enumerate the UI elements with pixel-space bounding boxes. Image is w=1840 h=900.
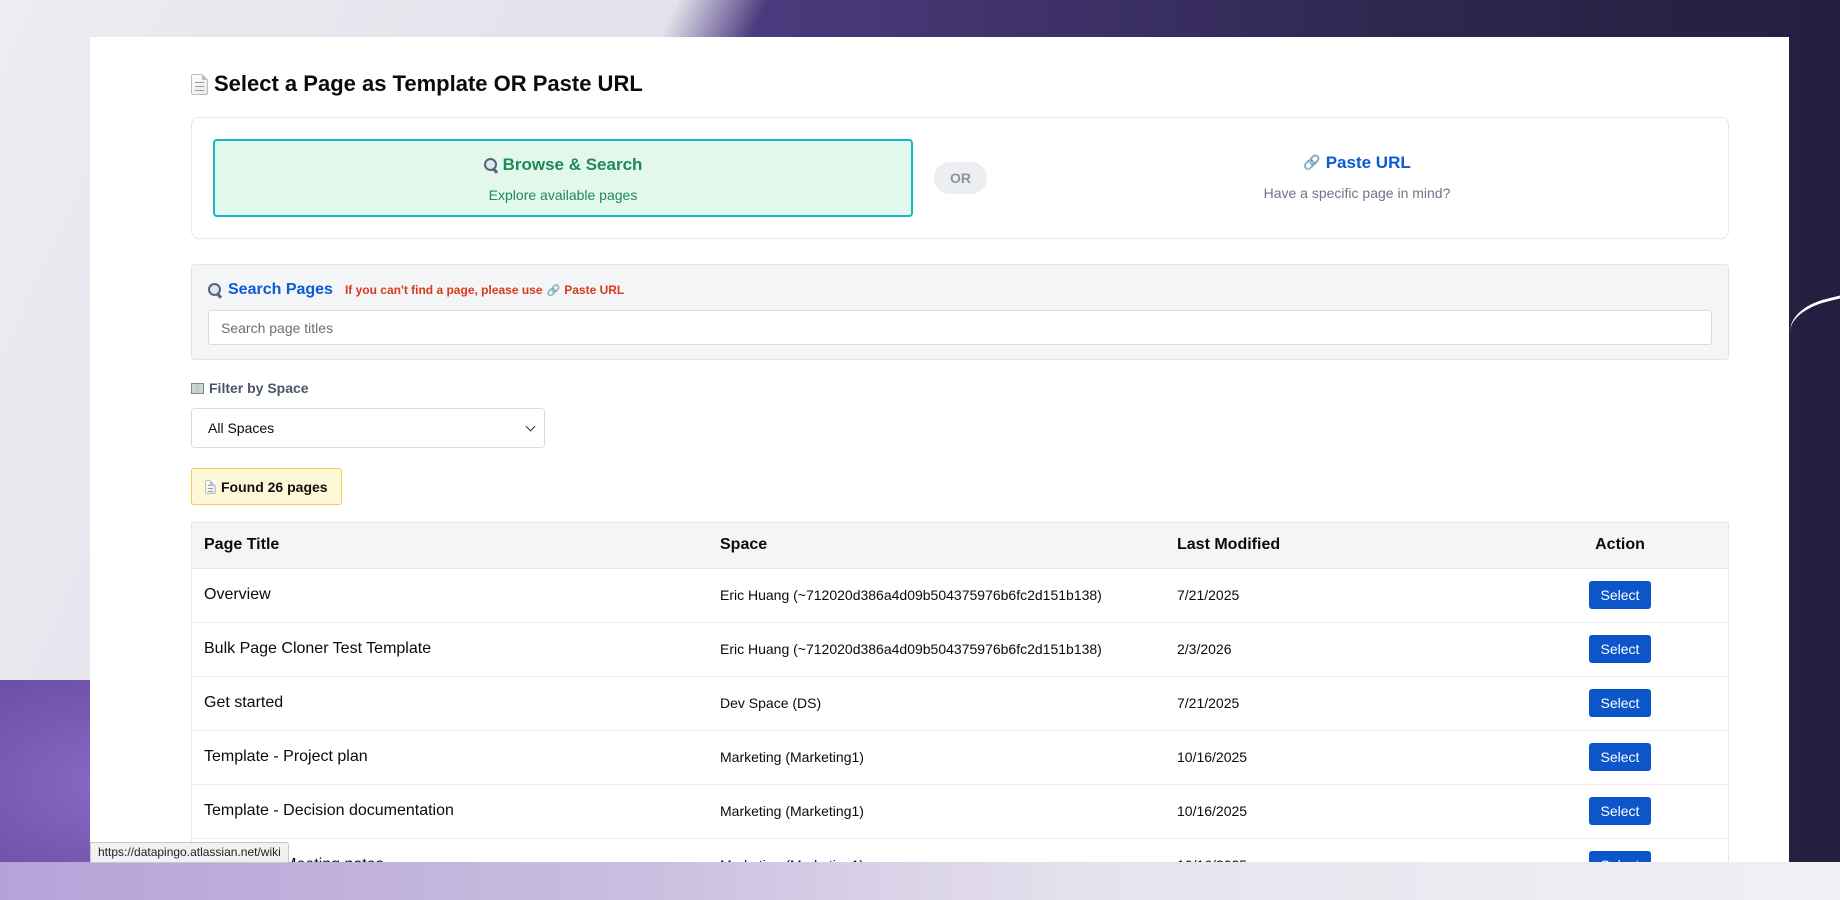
select-button[interactable]: Select [1588,689,1652,717]
cell-space: Marketing (Marketing1) [720,784,1177,839]
cell-space: Eric Huang (~712020d386a4d09b504375976b6… [720,568,1177,623]
filter-label-text: Filter by Space [209,380,309,396]
main-panel: Select a Page as Template OR Paste URL B… [90,37,1789,862]
page-title-text: Select a Page as Template OR Paste URL [214,71,643,96]
column-header-space: Space [720,523,1177,569]
cell-title: Overview [192,568,720,623]
search-label: Search Pages [228,281,333,298]
table-row: Bulk Page Cloner Test Template Eric Huan… [192,622,1728,677]
search-label-row: Search Pages If you can't find a page, p… [208,281,624,299]
browse-title: Browse & Search [215,155,911,175]
document-icon [205,479,216,494]
select-button[interactable]: Select [1588,743,1652,771]
cell-action: Select [1512,838,1728,862]
table-row: Get started Dev Space (DS) 7/21/2025 Sel… [192,676,1728,731]
link-icon: 🔗 [546,283,561,297]
space-filter-select[interactable]: All Spaces [191,408,545,448]
cell-modified: 7/21/2025 [1177,676,1512,731]
page-title: Select a Page as Template OR Paste URL [191,71,643,97]
paste-title: 🔗 Paste URL [1007,153,1707,173]
select-button[interactable]: Select [1588,581,1652,609]
browse-search-option[interactable]: Browse & Search Explore available pages [213,139,913,217]
column-header-title: Page Title [192,523,720,569]
results-count-text: Found 26 pages [221,478,328,495]
filter-label: Filter by Space [191,380,309,396]
results-count-badge: Found 26 pages [191,468,342,505]
cell-modified: 7/21/2025 [1177,568,1512,623]
or-divider: OR [934,162,987,194]
cell-modified: 10/16/2025 [1177,838,1512,862]
search-section: Search Pages If you can't find a page, p… [191,264,1729,360]
browse-title-text: Browse & Search [502,155,643,174]
status-bar-url: https://datapingo.atlassian.net/wiki [90,842,289,863]
map-icon [191,382,204,394]
select-button[interactable]: Select [1588,635,1652,663]
table-row: Template - Decision documentation Market… [192,784,1728,839]
cell-action: Select [1512,784,1728,839]
mode-selector: Browse & Search Explore available pages … [191,117,1729,239]
table-row: Template - Project plan Marketing (Marke… [192,730,1728,785]
search-hint: If you can't find a page, please use 🔗 P… [345,283,624,297]
cell-space: Dev Space (DS) [720,676,1177,731]
cell-space: Marketing (Marketing1) [720,730,1177,785]
select-button[interactable]: Select [1588,797,1652,825]
cell-action: Select [1512,730,1728,785]
cell-title: Template - Project plan [192,730,720,785]
cell-title: Get started [192,676,720,731]
column-header-action: Action [1512,523,1728,569]
table-header-row: Page Title Space Last Modified Action [192,523,1728,569]
background-bottom [0,862,1840,900]
cell-modified: 2/3/2026 [1177,622,1512,677]
cell-action: Select [1512,568,1728,623]
link-icon: 🔗 [1303,155,1321,171]
table-row: Overview Eric Huang (~712020d386a4d09b50… [192,568,1728,623]
paste-url-option[interactable]: 🔗 Paste URL Have a specific page in mind… [1007,139,1707,217]
cell-title: Template - Decision documentation [192,784,720,839]
search-input[interactable] [208,310,1712,345]
cell-space: Eric Huang (~712020d386a4d09b504375976b6… [720,622,1177,677]
search-icon [483,158,498,172]
cell-modified: 10/16/2025 [1177,784,1512,839]
select-button[interactable]: Select [1588,851,1652,862]
search-icon [208,283,222,297]
space-filter-value: All Spaces [208,420,275,436]
pages-table: Page Title Space Last Modified Action Ov… [191,522,1729,862]
column-header-modified: Last Modified [1177,523,1512,569]
paste-subtitle: Have a specific page in mind? [1263,185,1451,201]
document-icon [191,73,208,95]
search-hint-link[interactable]: Paste URL [564,283,624,297]
search-hint-text: If you can't find a page, please use [344,283,543,297]
chevron-down-icon [525,421,536,431]
cell-modified: 10/16/2025 [1177,730,1512,785]
table-row: Template - Meeting notes Marketing (Mark… [192,838,1728,862]
paste-title-text: Paste URL [1325,153,1411,172]
cell-action: Select [1512,676,1728,731]
browse-subtitle: Explore available pages [488,187,638,203]
cell-action: Select [1512,622,1728,677]
cell-space: Marketing (Marketing1) [720,838,1177,862]
cell-title: Bulk Page Cloner Test Template [192,622,720,677]
